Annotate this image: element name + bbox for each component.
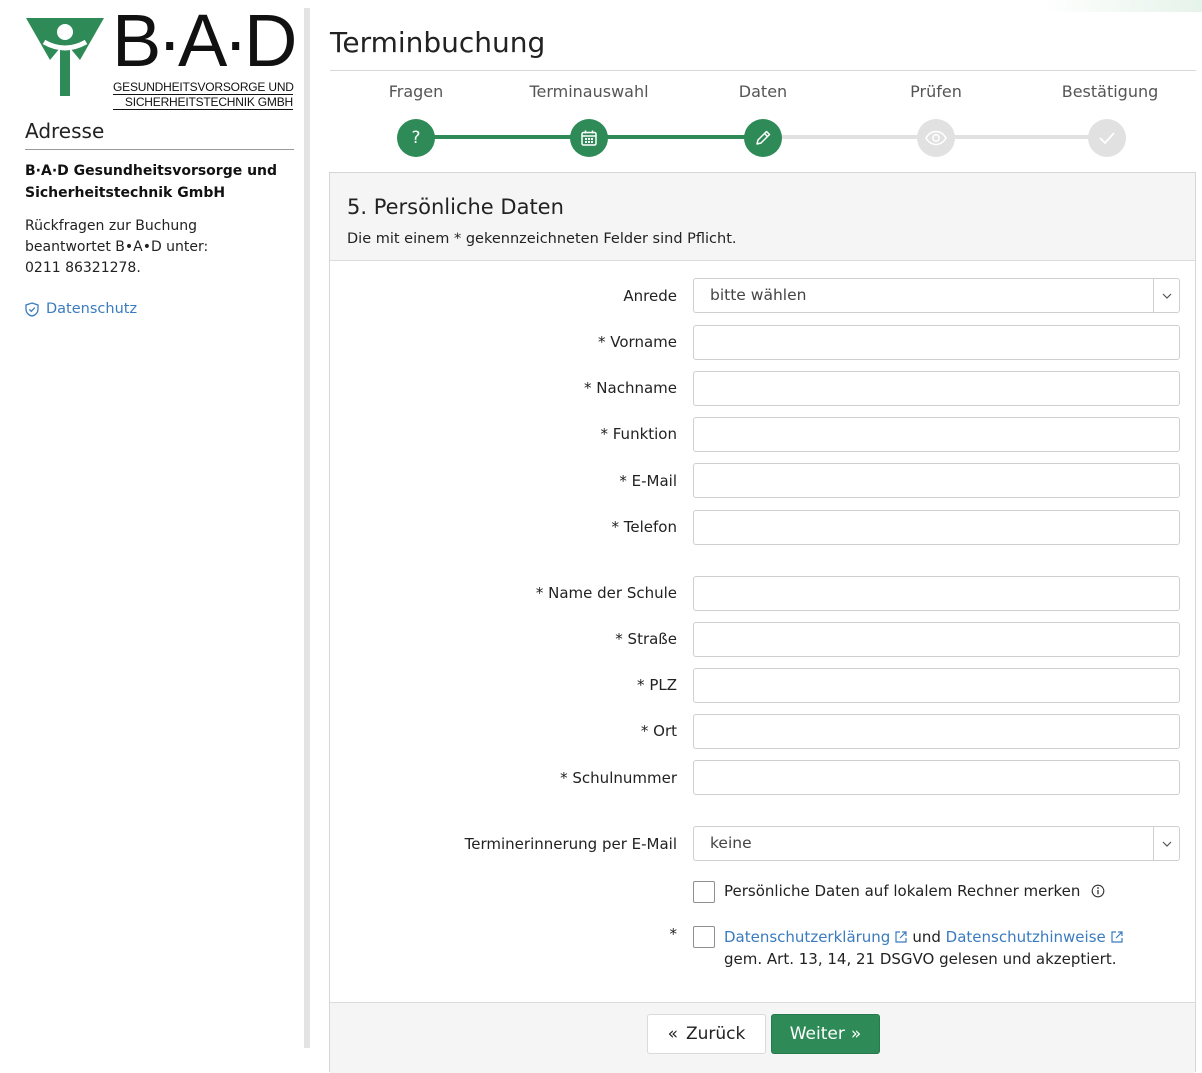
title-divider bbox=[330, 70, 1196, 71]
privacy-link[interactable]: Datenschutz bbox=[25, 301, 137, 317]
reminder-select-value: keine bbox=[710, 834, 752, 852]
back-button-label: Zurück bbox=[686, 1024, 746, 1044]
remember-data-text: Persönliche Daten auf lokalem Rechner me… bbox=[724, 882, 1105, 900]
privacy-link-label: Datenschutz bbox=[46, 301, 138, 317]
info-icon[interactable] bbox=[1091, 884, 1105, 898]
email-label: * E-Mail bbox=[619, 472, 677, 490]
privacy-accept-checkbox[interactable] bbox=[693, 926, 715, 948]
step-label-fragen: Fragen bbox=[388, 82, 444, 101]
personal-data-panel: 5. Persönliche Daten Die mit einem * gek… bbox=[329, 172, 1196, 1073]
remember-data-checkbox[interactable] bbox=[693, 881, 715, 903]
plz-label: * PLZ bbox=[637, 676, 677, 694]
eye-icon bbox=[925, 130, 947, 146]
back-button[interactable]: « Zurück bbox=[647, 1014, 766, 1054]
privacy-notes-link[interactable]: Datenschutzhinweise bbox=[946, 928, 1106, 946]
step-label-pruefen: Prüfen bbox=[910, 82, 962, 101]
step-terminauswahl[interactable] bbox=[570, 119, 608, 157]
panel-header: 5. Persönliche Daten Die mit einem * gek… bbox=[330, 173, 1195, 261]
telefon-label: * Telefon bbox=[611, 518, 677, 536]
logo-subtitle: GESUNDHEITSVORSORGE UND SICHERHEITSTECHN… bbox=[113, 80, 294, 110]
logo-wordmark: B·A·D bbox=[112, 0, 297, 82]
external-link-icon bbox=[1111, 931, 1123, 943]
privacy-required-mark: * bbox=[669, 925, 678, 943]
step-bestaetigung bbox=[1088, 119, 1126, 157]
calendar-icon bbox=[581, 130, 597, 146]
back-arrow-icon: « bbox=[667, 1024, 678, 1044]
vorname-label: * Vorname bbox=[598, 333, 677, 351]
sidebar: B·A·D GESUNDHEITSVORSORGE UND SICHERHEIT… bbox=[8, 4, 310, 1048]
schulnummer-label: * Schulnummer bbox=[560, 769, 677, 787]
nachname-label: * Nachname bbox=[584, 379, 677, 397]
reminder-select[interactable]: keine bbox=[693, 826, 1180, 861]
page-title: Terminbuchung bbox=[330, 26, 546, 59]
pencil-icon bbox=[756, 130, 771, 145]
funktion-input[interactable] bbox=[693, 417, 1180, 452]
question-icon: ? bbox=[411, 128, 421, 148]
panel-title: 5. Persönliche Daten bbox=[347, 195, 564, 219]
step-fragen[interactable]: ? bbox=[397, 119, 435, 157]
check-icon bbox=[1099, 132, 1115, 145]
company-name: B·A·D Gesundheitsvorsorge und Sicherheit… bbox=[25, 163, 278, 201]
anrede-select[interactable]: bitte wählen bbox=[693, 278, 1180, 313]
privacy-accept-text: Datenschutzerklärung und Datenschutzhinw… bbox=[724, 928, 1128, 946]
logo-emblem-icon bbox=[26, 18, 104, 96]
schulnummer-input[interactable] bbox=[693, 760, 1180, 795]
strasse-label: * Straße bbox=[615, 630, 677, 648]
telefon-input[interactable] bbox=[693, 510, 1180, 545]
email-input[interactable] bbox=[693, 463, 1180, 498]
sidebar-heading: Adresse bbox=[25, 119, 294, 150]
step-label-daten: Daten bbox=[738, 82, 788, 101]
chevron-down-icon bbox=[1153, 827, 1179, 860]
step-pruefen bbox=[917, 119, 955, 157]
anrede-select-value: bitte wählen bbox=[710, 286, 807, 304]
privacy-accept-text-line2: gem. Art. 13, 14, 21 DSGVO gelesen und a… bbox=[724, 950, 1117, 968]
funktion-label: * Funktion bbox=[600, 425, 677, 443]
reminder-label: Terminerinnerung per E-Mail bbox=[464, 835, 677, 853]
step-label-bestaetigung: Bestätigung bbox=[1061, 82, 1159, 101]
required-note: Die mit einem * gekennzeichneten Felder … bbox=[347, 231, 737, 247]
vorname-input[interactable] bbox=[693, 325, 1180, 360]
step-daten[interactable] bbox=[744, 119, 782, 157]
step-label-terminauswahl: Terminauswahl bbox=[529, 82, 649, 101]
corner-decoration bbox=[1042, 0, 1202, 12]
next-button[interactable]: Weiter » bbox=[771, 1014, 880, 1054]
plz-input[interactable] bbox=[693, 668, 1180, 703]
strasse-input[interactable] bbox=[693, 622, 1180, 657]
ort-label: * Ort bbox=[640, 722, 677, 740]
external-link-icon bbox=[895, 931, 907, 943]
nachname-input[interactable] bbox=[693, 371, 1180, 406]
anrede-label: Anrede bbox=[623, 287, 677, 305]
shield-check-icon bbox=[25, 301, 39, 317]
panel-footer: « Zurück Weiter » bbox=[330, 1002, 1195, 1073]
contact-info: Rückfragen zur Buchung beantwortet B•A•D… bbox=[25, 218, 209, 276]
ort-input[interactable] bbox=[693, 714, 1180, 749]
next-arrow-icon: » bbox=[850, 1024, 862, 1044]
schulname-input[interactable] bbox=[693, 576, 1180, 611]
schulname-label: * Name der Schule bbox=[535, 584, 677, 602]
privacy-statement-link[interactable]: Datenschutzerklärung bbox=[724, 928, 890, 946]
chevron-down-icon bbox=[1153, 279, 1179, 312]
next-button-label: Weiter bbox=[789, 1024, 845, 1044]
bad-logo: B·A·D GESUNDHEITSVORSORGE UND SICHERHEIT… bbox=[24, 4, 297, 112]
